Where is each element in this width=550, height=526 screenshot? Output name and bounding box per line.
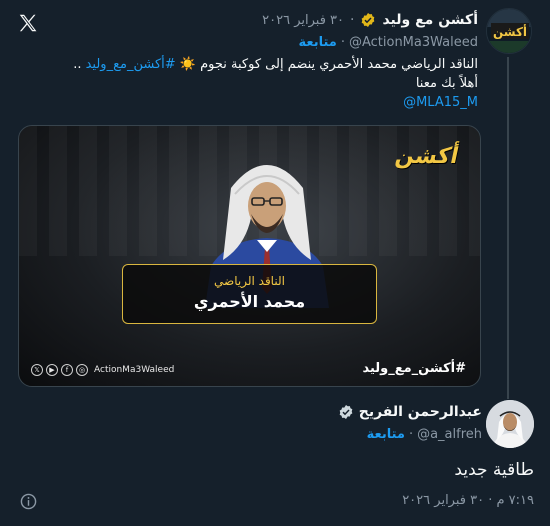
separator-dot: · <box>340 35 345 50</box>
separator-dot: · <box>408 427 414 442</box>
caption-title: الناقد الرياضي <box>214 274 285 288</box>
quoted-follow-button[interactable]: متابعة <box>298 35 336 50</box>
social-handle: ActionMa3Waleed <box>94 365 175 375</box>
facebook-icon: f <box>61 364 73 376</box>
quoted-text-prefix: الناقد الرياضي محمد الأحمري ينضم إلى كوك… <box>200 57 478 72</box>
main-handle[interactable]: @a_alfreh <box>417 427 482 442</box>
social-links: 𝕏 ▶ f ◎ ActionMa3Waleed <box>31 364 174 376</box>
instagram-icon: ◎ <box>76 364 88 376</box>
x-icon: 𝕏 <box>31 364 43 376</box>
thread-line <box>507 57 509 399</box>
main-name-row: عبدالرحمن الفريح <box>338 404 482 420</box>
main-handle-row: @a_alfreh · متابعة <box>367 427 482 442</box>
tweet-screenshot: أكشن أكشن مع وليد · ٣٠ فبراير ٢٠٢٦ @Acti… <box>0 0 550 526</box>
sun-emoji-icon: ☀️ <box>179 57 196 72</box>
brand-logo: أكشن <box>388 136 467 176</box>
quoted-hashtag-link[interactable]: #أكشن_مع_وليد <box>86 57 176 72</box>
quoted-name-row: أكشن مع وليد · ٣٠ فبراير ٢٠٢٦ <box>262 12 478 28</box>
main-avatar[interactable] <box>486 400 534 448</box>
caption-name: محمد الأحمري <box>193 292 306 311</box>
quoted-date[interactable]: ٣٠ فبراير ٢٠٢٦ <box>262 13 344 28</box>
main-follow-button[interactable]: متابعة <box>367 427 405 442</box>
brand-logo-text: أكشن <box>393 143 461 169</box>
main-display-name[interactable]: عبدالرحمن الفريح <box>359 404 482 420</box>
quoted-text-line1: الناقد الرياضي محمد الأحمري ينضم إلى كوك… <box>38 55 478 74</box>
quoted-handle[interactable]: @ActionMa3Waleed <box>349 35 478 50</box>
main-timestamp[interactable]: ٧:١٩ م · ٣٠ فبراير ٢٠٢٦ <box>402 493 534 508</box>
x-logo-icon[interactable] <box>16 11 40 35</box>
quoted-avatar[interactable]: أكشن <box>486 8 532 54</box>
separator-dot: · <box>350 12 355 28</box>
verified-gold-icon <box>360 12 376 28</box>
quoted-media-image[interactable]: أكشن الناقد الرياضي محمد الأحمري #أكشن_م… <box>18 125 481 387</box>
verified-grey-icon <box>338 404 354 420</box>
quoted-tweet-text: الناقد الرياضي محمد الأحمري ينضم إلى كوك… <box>38 55 478 112</box>
quoted-display-name[interactable]: أكشن مع وليد <box>382 12 478 28</box>
caption-box: الناقد الرياضي محمد الأحمري <box>122 264 377 324</box>
main-tweet-text: طاقية جديد <box>454 460 534 480</box>
quoted-mention-link[interactable]: @MLA15_M <box>403 93 478 112</box>
quoted-text-suffix: .. <box>73 57 82 72</box>
info-icon[interactable] <box>19 492 37 510</box>
quoted-text-line2: أهلاً بك معنا <box>415 76 478 91</box>
quoted-handle-row: @ActionMa3Waleed · متابعة <box>298 35 478 50</box>
media-hashtag: #أكشن_مع_وليد <box>362 361 466 376</box>
quoted-text-line3: @MLA15_M <box>38 93 478 112</box>
svg-text:أكشن: أكشن <box>493 24 527 39</box>
youtube-icon: ▶ <box>46 364 58 376</box>
